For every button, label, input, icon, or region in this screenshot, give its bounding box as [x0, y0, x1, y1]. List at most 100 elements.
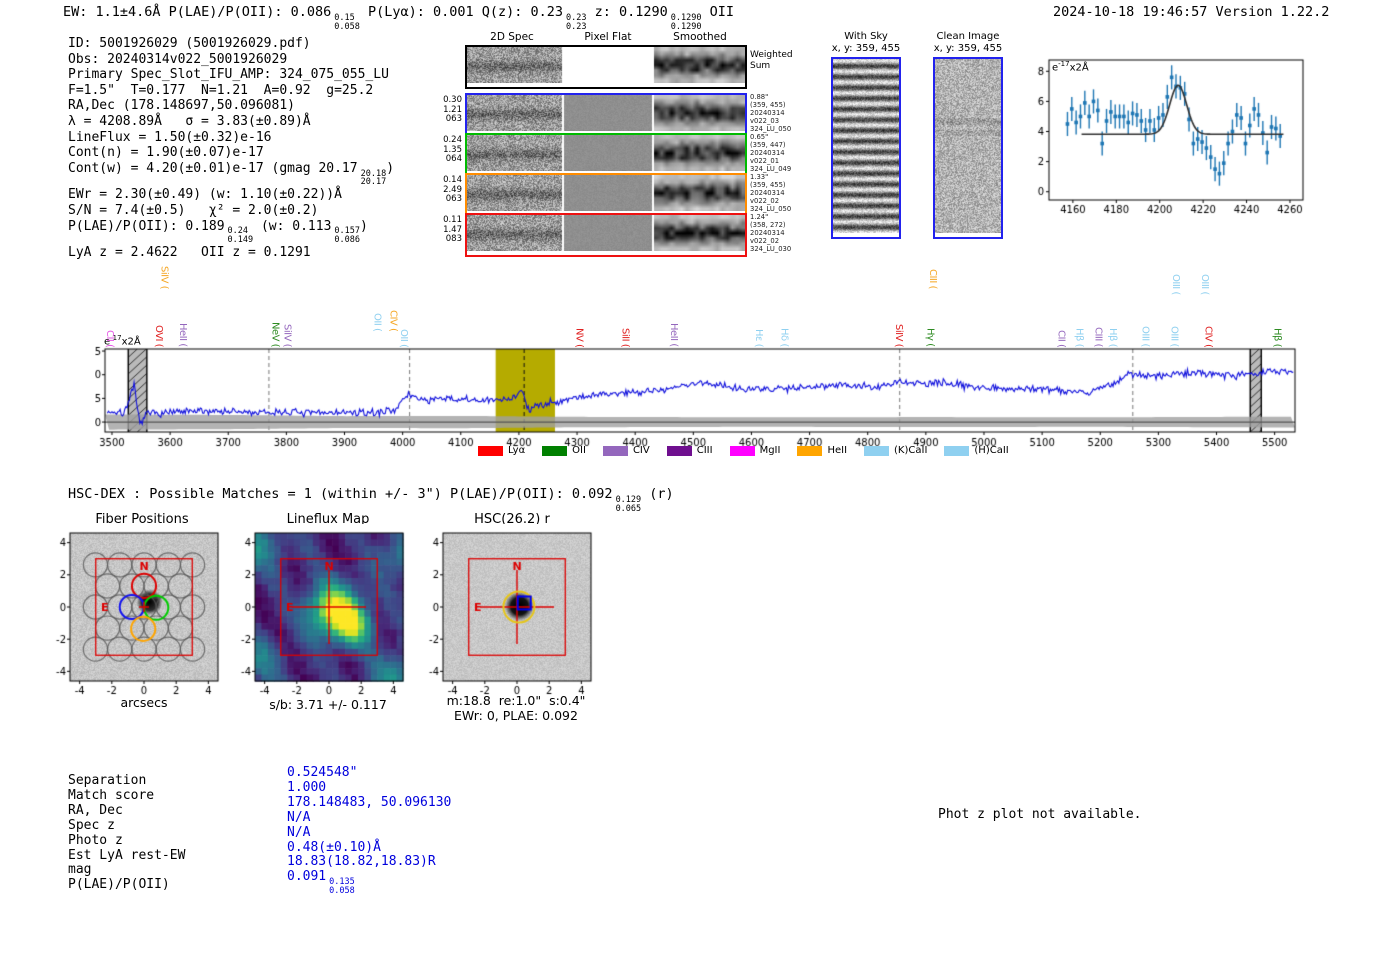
legend-swatch — [478, 446, 503, 456]
emission-line-label: CII ( — [104, 330, 115, 347]
fiber-positions-panel — [52, 524, 230, 696]
match-table-row-value: 18.83(18.82,18.83)R — [287, 855, 451, 870]
summary-header: EW: 1.1±4.6Å P(LAE)/P(OII): 0.0860.150.0… — [63, 4, 734, 32]
match-table-row-value: 178.148483, 50.096130 — [287, 796, 451, 811]
elixer-detection-report: EW: 1.1±4.6Å P(LAE)/P(OII): 0.0860.150.0… — [0, 0, 1400, 953]
spec2d-row-canvas — [467, 215, 745, 251]
emission-line-label: SiIV ( — [282, 324, 293, 347]
match-table-row-label: P(LAE)/P(OII) — [68, 878, 185, 893]
match-table-row-value: N/A — [287, 811, 451, 826]
match-table-row-label: Photo z — [68, 834, 185, 849]
clean-image-coords: x, y: 359, 455 — [898, 43, 1038, 54]
legend-label: Lyα — [508, 445, 525, 456]
emission-line-label: Hγ ( — [925, 328, 936, 347]
info-line: Cont(w) = 4.20(±0.01)e-17 (gmag 20.1720.… — [68, 161, 394, 188]
legend-item: MgII — [730, 445, 781, 456]
legend-label: (H)CaII — [974, 445, 1008, 456]
spec2d-row — [465, 45, 747, 89]
emission-line-label: OVI ( — [153, 325, 164, 347]
legend-label: OII — [572, 445, 586, 456]
legend-item: HeII — [797, 445, 847, 456]
timestamp-version: 2024-10-18 19:46:57 Version 1.22.2 — [1053, 4, 1329, 20]
match-table-row-label: Spec z — [68, 819, 185, 834]
match-table-row-value: 0.0910.1350.058 — [287, 870, 451, 896]
spec2d-row-right-labels: WeightedSum — [750, 50, 802, 71]
legend-item: OII — [542, 445, 586, 456]
emission-line-label: Hβ ( — [1073, 328, 1084, 347]
spec2d-header-2dspec: 2D Spec — [467, 31, 557, 43]
emission-line-label: CIII ( — [1093, 327, 1104, 347]
emission-line-label: OII ( — [372, 313, 383, 331]
emission-line-label: OIII ( — [1169, 326, 1180, 347]
legend-label: HeII — [827, 445, 847, 456]
clean-image-canvas — [935, 59, 1001, 233]
match-table-row-label: Est LyA rest-EW — [68, 849, 185, 864]
match-table-row-value: N/A — [287, 826, 451, 841]
spec2d-row-canvas — [467, 95, 745, 131]
emission-line-label: SiII ( — [619, 328, 630, 347]
legend-label: CIII — [697, 445, 713, 456]
spec2d-row-canvas — [467, 47, 745, 83]
spec2d-row-left-labels: 0.142.49063 — [438, 176, 462, 205]
legend-item: CIII — [667, 445, 713, 456]
match-table-values: 0.524548"1.000178.148483, 50.096130N/AN/… — [287, 766, 451, 896]
emission-line-label: OIII ( — [1140, 326, 1151, 347]
legend-label: MgII — [760, 445, 781, 456]
spec2d-row-right-labels: 0.65"(359, 447)20240314v022_01324_LU_049 — [750, 133, 802, 173]
line-fit-plot — [1035, 50, 1320, 222]
emission-line-label: OIII ( — [1170, 274, 1181, 295]
legend-item: Lyα — [478, 445, 525, 456]
spec2d-header-pixelflat: Pixel Flat — [563, 31, 653, 43]
hsc-dex-match-line: HSC-DEX : Possible Matches = 1 (within +… — [68, 486, 674, 514]
legend-swatch — [944, 446, 969, 456]
match-table-row-value: 1.000 — [287, 781, 451, 796]
match-table-row-value: 0.48(±0.10)Å — [287, 841, 451, 856]
info-line: P(LAE)/P(OII): 0.1890.240.149 (w: 0.1130… — [68, 219, 394, 246]
legend-swatch — [542, 446, 567, 456]
spec2d-row — [465, 173, 747, 217]
hsc-ewr-plae-label: EWr: 0, PLAE: 0.092 — [406, 708, 626, 723]
spec2d-row-right-labels: 1.24"(358, 272)20240314v022_02324_LU_030 — [750, 213, 802, 253]
lineflux-map-panel — [237, 524, 415, 696]
hsc-cutout-panel — [425, 524, 603, 696]
match-table-row-label: Match score — [68, 789, 185, 804]
emission-line-label: OII ( — [398, 329, 409, 347]
emission-line-label: HeII ( — [668, 323, 679, 347]
emission-line-label: NeV ( — [269, 322, 280, 347]
legend-swatch — [730, 446, 755, 456]
spec2d-row-left-labels: 0.301.21063 — [438, 96, 462, 125]
emission-line-label: HeII ( — [177, 323, 188, 347]
spec2d-row-canvas — [467, 175, 745, 211]
info-line: EWr = 2.30(±0.49) (w: 1.10(±0.22))Å — [68, 187, 394, 203]
emission-line-label: CIV ( — [387, 310, 398, 331]
info-line: RA,Dec (178.148697,50.096081) — [68, 98, 394, 114]
legend-label: CIV — [633, 445, 650, 456]
spec2d-row-canvas — [467, 135, 745, 171]
emission-line-label: SiIV ( — [893, 324, 904, 347]
emission-line-label: CIII ( — [927, 269, 938, 289]
legend-swatch — [864, 446, 889, 456]
spec2d-row-right-labels: 1.33"(359, 455)20240314v022_02324_LU_050 — [750, 173, 802, 213]
emission-line-label: Hε ( — [753, 329, 764, 347]
spec2d-row — [465, 213, 747, 257]
info-line: Cont(n) = 1.90(±0.07)e-17 — [68, 145, 394, 161]
emission-line-label: Hβ ( — [1272, 328, 1283, 347]
lineflux-sb-label: s/b: 3.71 +/- 0.117 — [218, 697, 438, 712]
info-line: ID: 5001926029 (5001926029.pdf) — [68, 36, 394, 52]
clean-image-title: Clean Image — [898, 31, 1038, 42]
emission-line-label: NV ( — [573, 328, 584, 347]
legend-item: (K)CaII — [864, 445, 927, 456]
clean-image — [933, 57, 1003, 239]
spec2d-row — [465, 133, 747, 177]
spec2d-row-left-labels: 0.241.35064 — [438, 136, 462, 165]
legend-label: (K)CaII — [894, 445, 927, 456]
info-line: Primary Spec_Slot_IFU_AMP: 324_075_055_L… — [68, 67, 394, 83]
spec2d-row-left-labels: 0.111.47083 — [438, 216, 462, 245]
match-table-row-label: Separation — [68, 774, 185, 789]
with-sky-image — [831, 57, 901, 239]
info-line: LyA z = 2.4622 OII z = 0.1291 — [68, 245, 394, 261]
emission-line-label: Hδ ( — [779, 328, 790, 347]
info-line: F=1.5" T=0.177 N=1.21 A=0.92 g=25.2 — [68, 83, 394, 99]
hsc-mag-label: m:18.8 re:1.0" s:0.4" — [406, 693, 626, 708]
full-spectrum-plot — [95, 338, 1310, 453]
